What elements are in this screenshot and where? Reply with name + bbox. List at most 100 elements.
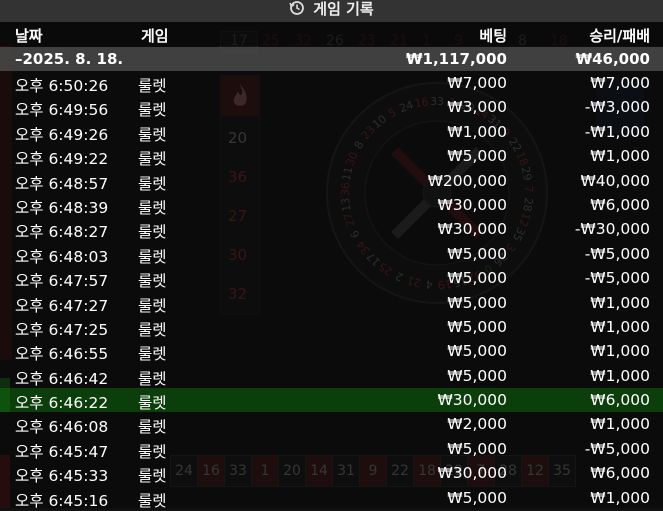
row-time: 오후 6:48:03: [15, 247, 109, 266]
history-title: 게임 기록: [313, 0, 374, 18]
history-row[interactable]: 오후 6:48:27 룰렛 ₩30,000 -₩30,000: [0, 217, 663, 242]
history-row[interactable]: 오후 6:47:27 룰렛 ₩5,000 ₩1,000: [0, 290, 663, 315]
row-game: 룰렛: [138, 247, 167, 266]
row-time: 오후 6:48:39: [15, 198, 109, 217]
row-result: ₩1,000: [590, 488, 650, 507]
row-time: 오후 6:46:22: [15, 394, 109, 413]
table-header: 날짜 게임 베팅 승리/패배: [0, 22, 663, 46]
row-result: ₩40,000: [580, 171, 650, 190]
row-result: ₩6,000: [590, 464, 650, 483]
history-row[interactable]: 오후 6:48:03 룰렛 ₩5,000 -₩5,000: [0, 241, 663, 267]
row-result: ₩1,000: [590, 366, 650, 385]
history-row[interactable]: 오후 6:45:33 룰렛 ₩30,000 ₩6,000: [0, 461, 663, 486]
history-icon: [289, 1, 305, 15]
row-game: 룰렛: [138, 150, 167, 169]
history-row[interactable]: 오후 6:46:55 룰렛 ₩5,000 ₩1,000: [0, 339, 663, 364]
row-bet: ₩5,000: [447, 439, 507, 458]
row-time: 오후 6:48:57: [15, 174, 109, 193]
row-game: 룰렛: [138, 442, 167, 461]
history-row[interactable]: 오후 6:46:22 룰렛 ₩30,000 ₩6,000: [0, 388, 663, 413]
row-result: -₩5,000: [584, 439, 650, 458]
row-game: 룰렛: [138, 198, 167, 217]
row-result: ₩1,000: [590, 293, 650, 312]
row-bet: ₩30,000: [437, 464, 507, 483]
col-game: 게임: [141, 27, 169, 45]
row-result: -₩30,000: [574, 220, 650, 239]
history-row[interactable]: 오후 6:50:26 룰렛 ₩7,000 ₩7,000: [0, 71, 663, 96]
history-row[interactable]: 오후 6:49:56 룰렛 ₩3,000 -₩3,000: [0, 95, 663, 120]
row-bet: ₩5,000: [447, 317, 507, 336]
row-time: 오후 6:49:56: [15, 101, 109, 120]
row-game: 룰렛: [138, 272, 167, 291]
row-time: 오후 6:46:55: [15, 345, 109, 364]
row-result: ₩6,000: [590, 195, 650, 214]
col-result: 승리/패배: [589, 27, 650, 45]
row-time: 오후 6:49:22: [15, 150, 109, 169]
row-bet: ₩5,000: [447, 488, 507, 507]
history-row[interactable]: 오후 6:48:39 룰렛 ₩30,000 ₩6,000: [0, 192, 663, 218]
row-game: 룰렛: [138, 418, 167, 437]
row-game: 룰렛: [138, 491, 167, 510]
row-time: 오후 6:46:42: [15, 369, 109, 388]
row-game: 룰렛: [138, 77, 167, 95]
row-game: 룰렛: [138, 296, 167, 315]
row-game: 룰렛: [138, 101, 167, 120]
row-time: 오후 6:50:26: [15, 77, 109, 95]
row-time: 오후 6:47:27: [15, 296, 109, 315]
row-result: ₩1,000: [590, 147, 650, 166]
row-bet: ₩3,000: [447, 98, 507, 117]
row-game: 룰렛: [138, 369, 167, 388]
row-bet: ₩5,000: [447, 244, 507, 263]
history-row[interactable]: 오후 6:45:47 룰렛 ₩5,000 -₩5,000: [0, 436, 663, 462]
row-result: ₩1,000: [590, 415, 650, 434]
row-game: 룰렛: [138, 174, 167, 193]
row-result: -₩1,000: [584, 122, 650, 141]
row-game: 룰렛: [138, 467, 167, 486]
row-result: -₩5,000: [584, 269, 650, 288]
row-bet: ₩5,000: [447, 342, 507, 361]
row-game: 룰렛: [138, 125, 167, 144]
row-time: 오후 6:45:47: [15, 442, 109, 461]
summary-bet: ₩1,117,000: [405, 50, 507, 68]
row-bet: ₩30,000: [437, 195, 507, 214]
row-time: 오후 6:49:26: [15, 125, 109, 144]
col-date: 날짜: [15, 27, 43, 45]
row-bet: ₩200,000: [427, 171, 507, 190]
summary-result: ₩46,000: [575, 50, 650, 68]
row-time: 오후 6:48:27: [15, 223, 109, 242]
row-result: ₩1,000: [590, 317, 650, 336]
col-bet: 베팅: [479, 27, 507, 45]
row-bet: ₩5,000: [447, 366, 507, 385]
row-bet: ₩7,000: [447, 74, 507, 92]
row-game: 룰렛: [138, 394, 167, 413]
row-result: ₩1,000: [590, 342, 650, 361]
row-time: 오후 6:47:25: [15, 320, 109, 339]
row-result: ₩7,000: [590, 74, 650, 92]
history-row[interactable]: 오후 6:46:42 룰렛 ₩5,000 ₩1,000: [0, 363, 663, 389]
history-row[interactable]: 오후 6:49:26 룰렛 ₩1,000 -₩1,000: [0, 119, 663, 145]
history-row[interactable]: 오후 6:46:08 룰렛 ₩2,000 ₩1,000: [0, 412, 663, 437]
row-game: 룰렛: [138, 320, 167, 339]
date-summary-row[interactable]: –2025. 8. 18. ₩1,117,000 ₩46,000: [0, 47, 663, 71]
row-bet: ₩5,000: [447, 147, 507, 166]
row-bet: ₩1,000: [447, 122, 507, 141]
row-bet: ₩2,000: [447, 415, 507, 434]
history-title-bar: 게임 기록: [0, 0, 663, 22]
history-table: 오후 6:50:26 룰렛 ₩7,000 ₩7,000 오후 6:49:56 룰렛 ₩3,0…: [0, 71, 663, 511]
row-time: 오후 6:45:16: [15, 491, 109, 510]
row-game: 룰렛: [138, 223, 167, 242]
history-row[interactable]: 오후 6:47:57 룰렛 ₩5,000 -₩5,000: [0, 266, 663, 291]
row-result: -₩5,000: [584, 244, 650, 263]
history-row[interactable]: 오후 6:49:22 룰렛 ₩5,000 ₩1,000: [0, 144, 663, 169]
row-time: 오후 6:45:33: [15, 467, 109, 486]
row-bet: ₩5,000: [447, 269, 507, 288]
row-result: ₩6,000: [590, 391, 650, 410]
history-row[interactable]: 오후 6:48:57 룰렛 ₩200,000 ₩40,000: [0, 168, 663, 193]
row-bet: ₩5,000: [447, 293, 507, 312]
row-bet: ₩30,000: [437, 220, 507, 239]
summary-date: –2025. 8. 18.: [15, 50, 124, 68]
history-row[interactable]: 오후 6:45:16 룰렛 ₩5,000 ₩1,000: [0, 485, 663, 511]
row-time: 오후 6:46:08: [15, 418, 109, 437]
history-row[interactable]: 오후 6:47:25 룰렛 ₩5,000 ₩1,000: [0, 314, 663, 340]
row-game: 룰렛: [138, 345, 167, 364]
